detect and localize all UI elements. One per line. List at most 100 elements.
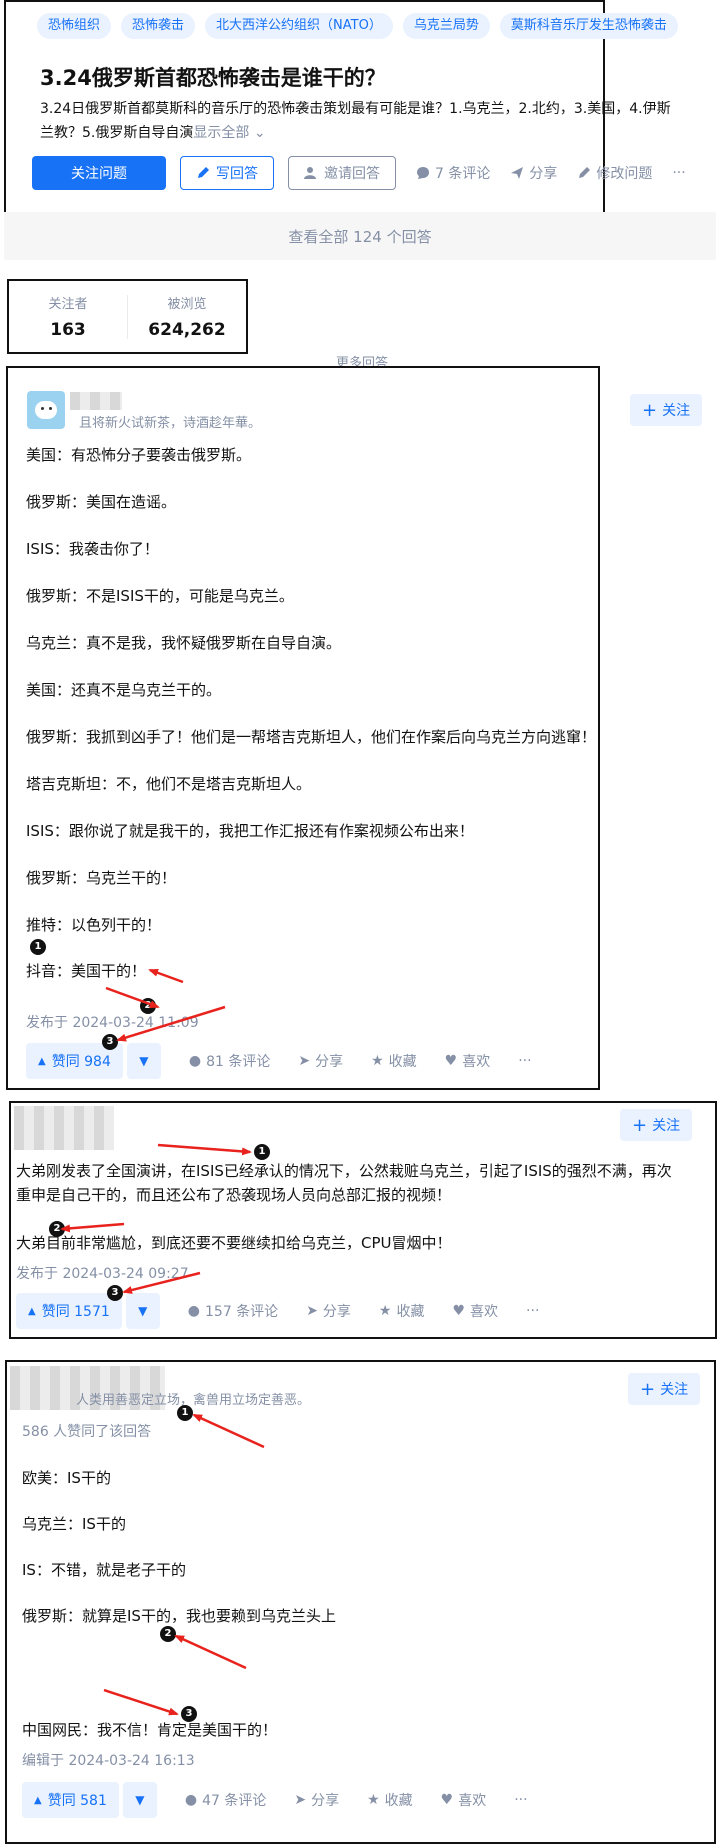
star-icon: ★ [367,1792,380,1808]
triangle-down-icon: ▼ [138,1304,148,1318]
heart-icon: ♥ [440,1792,454,1808]
triangle-up-icon: ▲ [34,1794,42,1806]
upvoters-count[interactable]: 586 人赞同了该回答 [22,1421,151,1441]
views-label: 被浏览 [167,297,207,312]
author-bio: 且将新火试新茶，诗酒趁年華。 [79,416,262,431]
avatar[interactable] [27,391,65,429]
topic-tag[interactable]: 恐怖组织 [37,13,112,39]
answer-paragraph: 塔吉克斯坦：不，他们不是塔吉克斯坦人。 [26,775,312,793]
marker-badge: 2 [160,1626,176,1642]
answer-paragraph: 推特：以色列干的！ [26,916,162,934]
share-icon [511,167,524,179]
more-options-button[interactable]: ··· [526,1303,539,1319]
collect-button[interactable]: ★ 收藏 [367,1790,413,1810]
share-button[interactable]: 分享 [510,163,557,183]
answer-paragraph: 俄罗斯：我抓到凶手了！他们是一帮塔吉克斯坦人，他们在作案后向乌克兰方向逃窜！ [26,728,597,746]
comments-button[interactable]: ● 81 条评论 [189,1051,270,1071]
follow-author-button[interactable]: + 关注 [630,394,703,426]
invite-answer-button[interactable]: 邀请回答 [288,156,396,190]
answer-paragraph: 美国：还真不是乌克兰干的。 [26,681,222,699]
answer-paragraph: 俄罗斯：乌克兰干的！ [26,869,177,887]
like-button[interactable]: ♥ 喜欢 [452,1301,498,1321]
heart-icon: ♥ [444,1053,458,1069]
topic-tags: 恐怖组织 恐怖袭击 北大西洋公约组织（NATO） 乌克兰局势 莫斯科音乐厅发生恐… [37,13,678,39]
marker-badge: 3 [102,1034,118,1050]
add-user-icon [304,167,316,179]
topic-tag[interactable]: 恐怖袭击 [121,13,196,39]
plus-icon: + [640,1378,656,1400]
downvote-button[interactable]: ▼ [122,1782,157,1818]
upvote-button[interactable]: ▲ 赞同 1571 [16,1293,122,1329]
topic-tag[interactable]: 北大西洋公约组织（NATO） [205,13,393,39]
collect-button[interactable]: ★ 收藏 [379,1301,425,1321]
edit-question-button[interactable]: 修改问题 [577,163,652,183]
marker-badge: 2 [49,1221,65,1237]
downvote-button[interactable]: ▼ [125,1293,160,1329]
view-all-answers-link[interactable]: 查看全部 124 个回答 [4,212,716,260]
question-desc-line: 3.24日俄罗斯首都莫斯科的音乐厅的恐怖袭击策划最有可能是谁？1.乌克兰，2.北… [40,101,671,117]
marker-badge: 1 [254,1144,270,1160]
comment-icon [417,167,429,179]
heart-icon: ♥ [452,1303,466,1319]
follow-question-button[interactable]: 关注问题 [32,156,166,190]
more-options-button[interactable]: ··· [518,1053,531,1069]
plus-icon: + [632,1114,648,1136]
answer-paragraph: ISIS：我袭击你了！ [26,540,159,558]
like-button[interactable]: ♥ 喜欢 [441,1790,487,1810]
downvote-button[interactable]: ▼ [126,1043,161,1079]
collect-button[interactable]: ★ 收藏 [371,1051,417,1071]
comments-button[interactable]: ● 47 条评论 [185,1790,266,1810]
marker-badge: 2 [140,998,156,1014]
like-button[interactable]: ♥ 喜欢 [445,1051,491,1071]
question-title[interactable]: 3.24俄罗斯首都恐怖袭击是谁干的？ [40,62,386,92]
follow-author-button[interactable]: + 关注 [628,1373,701,1405]
answer-paragraph: 大弟刚发表了全国演讲，在ISIS已经承认的情况下，公然栽赃乌克兰，引起了ISIS… [16,1162,672,1180]
pencil-icon [579,167,591,178]
share-icon: ➤ [306,1303,318,1319]
comments-button[interactable]: ● 157 条评论 [188,1301,278,1321]
comment-icon: ● [187,1303,201,1319]
answer-action-bar: ▲ 赞同 984 ▼ ● 81 条评论 ➤ 分享 ★ 收藏 ♥ 喜欢 ··· [26,1043,532,1079]
comments-button[interactable]: 7 条评论 [416,163,490,183]
comment-icon: ● [184,1792,198,1808]
answer-timestamp[interactable]: 发布于 2024-03-24 09:27 [16,1263,189,1283]
author-bio: 人类用善恶定立场，禽兽用立场定善恶。 [76,1393,311,1408]
author-avatar-blurred [14,1106,114,1150]
question-stats: 关注者 163 被浏览 624,262 [7,279,248,354]
answer-paragraph: 俄罗斯：不是ISIS干的，可能是乌克兰。 [26,587,294,605]
triangle-up-icon: ▲ [28,1305,36,1317]
question-desc-line: 兰教？5.俄罗斯自导自演 [40,125,194,141]
upvote-button[interactable]: ▲ 赞同 581 [22,1782,119,1818]
answer-paragraph: IS：不错，就是老子干的 [22,1561,186,1579]
plus-icon: + [642,399,658,421]
star-icon: ★ [371,1053,384,1069]
more-options-button[interactable]: ··· [514,1792,527,1808]
more-options-button[interactable]: ··· [672,165,685,181]
answer-paragraph: 抖音：美国干的！ [26,962,147,980]
answer-paragraph: 中国网民：我不信！肯定是美国干的！ [22,1721,278,1739]
followers-stat: 关注者 163 [9,293,127,340]
share-button[interactable]: ➤ 分享 [298,1051,343,1071]
answer-paragraph: 乌克兰：真不是我，我怀疑俄罗斯在自导自演。 [26,634,342,652]
answer-action-bar: ▲ 赞同 1571 ▼ ● 157 条评论 ➤ 分享 ★ 收藏 ♥ 喜欢 ··· [16,1293,539,1329]
star-icon: ★ [378,1303,392,1319]
author-name-blurred [70,392,122,410]
answer-timestamp[interactable]: 编辑于 2024-03-24 16:13 [22,1750,195,1770]
answer-timestamp[interactable]: 发布于 2024-03-24 11:09 [26,1012,199,1032]
follow-author-button[interactable]: + 关注 [620,1109,693,1141]
marker-badge: 1 [30,939,46,955]
share-icon: ➤ [298,1053,311,1069]
show-all-link[interactable]: 显示全部 ⌄ [193,125,265,141]
triangle-up-icon: ▲ [38,1055,46,1067]
topic-tag[interactable]: 乌克兰局势 [402,13,490,39]
triangle-down-icon: ▼ [139,1054,149,1068]
share-button[interactable]: ➤ 分享 [294,1790,339,1810]
answer-paragraph: 美国：有恐怖分子要袭击俄罗斯。 [26,446,252,464]
topic-tag[interactable]: 莫斯科音乐厅发生恐怖袭击 [499,13,678,39]
pencil-icon [198,167,209,178]
comment-icon: ● [188,1053,202,1069]
share-button[interactable]: ➤ 分享 [306,1301,351,1321]
answer-paragraph: 乌克兰：IS干的 [22,1515,126,1533]
write-answer-button[interactable]: 写回答 [180,156,274,190]
answer-paragraph: 重申是自己干的，而且还公布了恐袭现场人员向总部汇报的视频！ [16,1186,452,1204]
